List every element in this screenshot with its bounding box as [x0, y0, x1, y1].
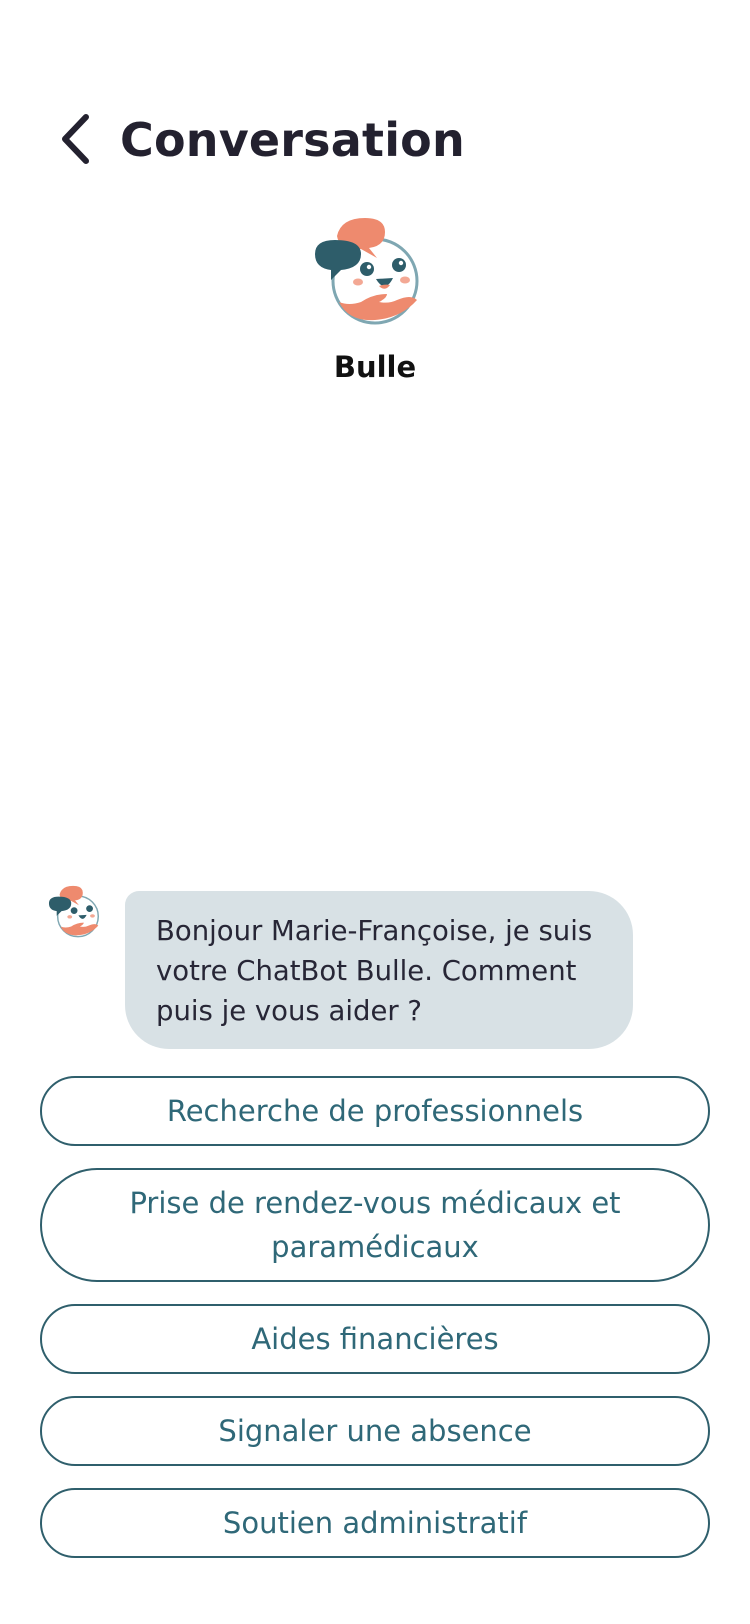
conversation-screen: Conversation Bulle Bonjour Marie-Françoi… [0, 0, 750, 1624]
choice-aides-financieres-button[interactable]: Aides financières [40, 1304, 710, 1374]
quick-replies: Recherche de professionnels Prise de ren… [40, 1076, 710, 1580]
chevron-left-icon [62, 114, 89, 164]
choice-signaler-absence-button[interactable]: Signaler une absence [40, 1396, 710, 1466]
bulle-mascot-icon [315, 218, 419, 325]
header: Conversation [0, 100, 750, 180]
choice-label: Signaler une absence [218, 1414, 532, 1448]
choice-label: Soutien administratif [222, 1506, 528, 1540]
choice-soutien-administratif-button[interactable]: Soutien administratif [40, 1488, 710, 1558]
choice-label: Prise de rendez-vous médicaux et paraméd… [129, 1186, 621, 1264]
choice-recherche-professionnels-button[interactable]: Recherche de professionnels [40, 1076, 710, 1146]
page-title: Conversation [120, 113, 465, 167]
back-button[interactable] [50, 108, 102, 170]
bulle-mascot-small-icon [48, 885, 99, 938]
bot-message-bubble: Bonjour Marie-Françoise, je suis votre C… [125, 891, 633, 1049]
choice-label: Recherche de professionnels [166, 1094, 584, 1128]
bot-message-text: Bonjour Marie-Françoise, je suis votre C… [156, 915, 593, 1027]
bot-name: Bulle [333, 350, 417, 384]
choice-label: Aides financières [251, 1322, 499, 1356]
choice-prise-rendez-vous-button[interactable]: Prise de rendez-vous médicaux et paraméd… [40, 1168, 710, 1282]
